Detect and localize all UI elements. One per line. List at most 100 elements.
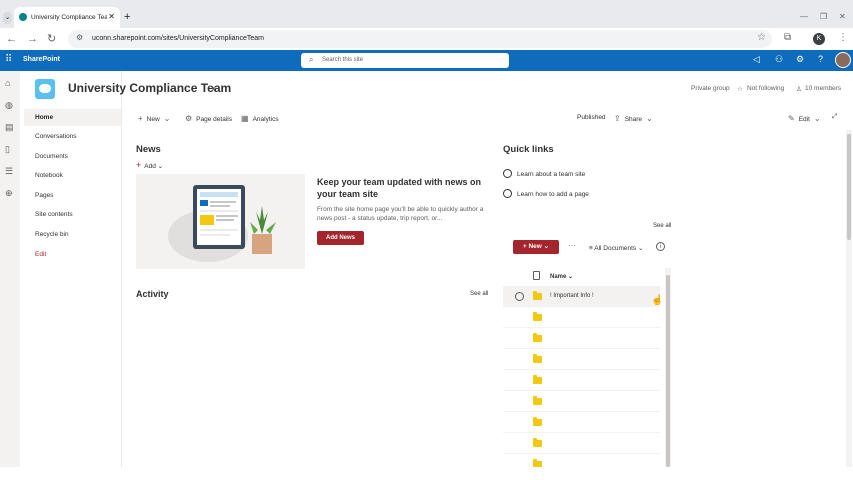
- share-people-icon[interactable]: ⚇: [775, 54, 783, 65]
- view-selector-label: All Documents: [594, 245, 637, 252]
- kebab-menu-icon[interactable]: ⋮: [838, 32, 848, 43]
- site-logo[interactable]: [35, 79, 55, 99]
- page-details-command[interactable]: ⚙ Page details: [185, 114, 232, 123]
- search-placeholder: Search this site: [322, 57, 364, 63]
- more-options-button[interactable]: ···: [568, 241, 576, 250]
- sharepoint-brand[interactable]: SharePoint: [23, 56, 60, 63]
- plus-icon: +: [138, 114, 143, 123]
- nav-item-site-contents[interactable]: Site contents: [35, 211, 73, 218]
- document-row[interactable]: [503, 391, 660, 412]
- tab-close-button[interactable]: ✕: [108, 12, 115, 21]
- browser-toolbar: ← → ↻ ⚙ uconn.sharepoint.com/sites/Unive…: [0, 28, 853, 50]
- left-navigation: [20, 71, 122, 467]
- home-icon[interactable]: ⌂: [5, 78, 10, 88]
- quick-link[interactable]: Learn how to add a page: [503, 189, 589, 198]
- tablet-illustration: [168, 185, 276, 262]
- speaker-icon[interactable]: 🔈︎: [212, 84, 217, 94]
- document-row[interactable]: [503, 412, 660, 433]
- share-icon: ⇪: [614, 114, 621, 123]
- analytics-icon: ▦: [241, 114, 249, 123]
- nav-item-recycle-bin[interactable]: Recycle bin: [35, 231, 69, 238]
- globe-icon[interactable]: ◍: [5, 100, 13, 111]
- file-type-header-icon: [533, 271, 540, 280]
- page-scroll-thumb[interactable]: [847, 134, 851, 240]
- quick-links-see-all-link[interactable]: See all: [653, 223, 671, 229]
- browser-tab[interactable]: University Compliance Team ✕: [14, 7, 120, 28]
- edit-command[interactable]: ✎ Edit ⌄: [788, 114, 825, 123]
- tab-search-button[interactable]: ⌄: [3, 12, 12, 24]
- nav-item-pages[interactable]: Pages: [35, 192, 53, 199]
- document-new-label: New: [528, 243, 542, 250]
- extensions-icon[interactable]: ⧉: [784, 32, 791, 43]
- folder-icon: [533, 375, 542, 384]
- megaphone-icon[interactable]: ◁: [753, 54, 760, 65]
- news-icon[interactable]: ▤: [5, 122, 14, 133]
- files-icon[interactable]: ▯: [5, 144, 10, 155]
- app-launcher-icon[interactable]: ⠿: [5, 54, 12, 65]
- news-add-button[interactable]: + Add ⌄: [136, 160, 163, 170]
- star-icon[interactable]: ☆: [737, 85, 743, 93]
- document-row[interactable]: [503, 307, 660, 328]
- minimize-icon[interactable]: —: [800, 12, 808, 21]
- lists-icon[interactable]: ☰: [5, 166, 13, 177]
- share-command[interactable]: ⇪ Share ⌄: [614, 114, 657, 123]
- new-tab-button[interactable]: +: [124, 11, 130, 23]
- document-row[interactable]: [503, 349, 660, 370]
- members-count[interactable]: 10 members: [805, 85, 841, 92]
- expand-icon[interactable]: ⤢: [832, 113, 837, 121]
- reload-icon[interactable]: ↻: [47, 32, 56, 46]
- document-row[interactable]: ! Important Info !: [503, 286, 660, 307]
- analytics-label: Analytics: [252, 116, 279, 123]
- nav-item-notebook[interactable]: Notebook: [35, 172, 63, 179]
- document-row[interactable]: [503, 370, 660, 391]
- nav-item-conversations[interactable]: Conversations: [35, 133, 77, 140]
- nav-item-home[interactable]: Home: [35, 114, 53, 121]
- plus-icon: +: [136, 160, 142, 170]
- members-icon[interactable]: ♙: [796, 85, 802, 93]
- profile-avatar[interactable]: K: [813, 33, 825, 45]
- back-arrow-icon[interactable]: ←: [6, 32, 17, 46]
- help-icon[interactable]: ?: [818, 54, 823, 64]
- site-title[interactable]: University Compliance Team: [68, 81, 231, 95]
- new-command[interactable]: + New ⌄: [138, 114, 174, 123]
- add-news-button[interactable]: Add News: [317, 231, 364, 245]
- suite-bar: ⠿ SharePoint ⌕ Search this site ◁ ⚇ ⚙ ?: [0, 50, 853, 71]
- create-icon[interactable]: ⊕: [5, 188, 13, 199]
- tab-title: University Compliance Team: [31, 14, 107, 21]
- document-new-button[interactable]: + New ⌄: [513, 240, 559, 254]
- edit-label: Edit: [798, 116, 810, 123]
- tune-icon[interactable]: ⚙: [76, 33, 83, 42]
- settings-gear-icon[interactable]: ⚙: [796, 54, 804, 65]
- document-name[interactable]: ! Important Info !: [550, 293, 594, 299]
- close-window-icon[interactable]: ✕: [839, 12, 846, 21]
- document-row[interactable]: [503, 433, 660, 454]
- nav-item-documents[interactable]: Documents: [35, 153, 68, 160]
- news-heading: News: [136, 144, 161, 155]
- document-list-scroll-thumb[interactable]: [666, 275, 670, 467]
- name-column-header[interactable]: Name ⌄: [550, 273, 573, 280]
- restore-icon[interactable]: ❐: [820, 12, 827, 21]
- bookmark-star-icon[interactable]: ☆: [757, 32, 766, 43]
- quick-link[interactable]: Learn about a team site: [503, 169, 585, 178]
- url-text[interactable]: uconn.sharepoint.com/sites/UniversityCom…: [92, 35, 264, 42]
- nav-edit-link[interactable]: Edit: [35, 251, 46, 258]
- info-icon[interactable]: i: [656, 242, 665, 251]
- chevron-down-icon: ⌄: [813, 114, 821, 123]
- forward-arrow-icon[interactable]: →: [27, 32, 38, 46]
- new-command-label: New: [146, 116, 160, 123]
- gear-icon: ⚙: [185, 114, 193, 123]
- row-select-radio[interactable]: [515, 292, 524, 301]
- share-label: Share: [624, 116, 643, 123]
- activity-see-all-link[interactable]: See all: [470, 291, 488, 297]
- search-input[interactable]: ⌕ Search this site: [301, 53, 509, 68]
- view-selector[interactable]: ≡ All Documents ⌄: [589, 244, 643, 252]
- address-bar[interactable]: ⚙ uconn.sharepoint.com/sites/UniversityC…: [68, 30, 772, 48]
- analytics-command[interactable]: ▦ Analytics: [241, 114, 279, 123]
- globe-icon: [503, 189, 512, 198]
- browser-tab-strip: ⌄ University Compliance Team ✕ + — ❐ ✕: [0, 0, 853, 28]
- document-row[interactable]: [503, 454, 660, 467]
- user-avatar[interactable]: [835, 52, 851, 68]
- activity-heading: Activity: [136, 289, 169, 299]
- follow-button[interactable]: Not following: [747, 85, 784, 92]
- document-row[interactable]: [503, 328, 660, 349]
